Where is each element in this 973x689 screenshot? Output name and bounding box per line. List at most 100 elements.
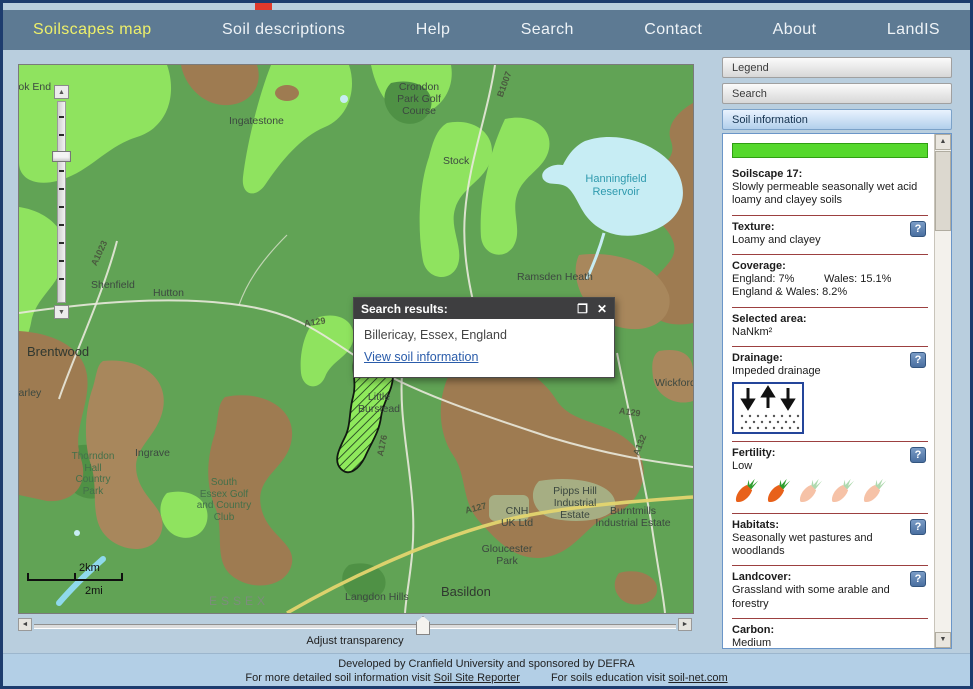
main-nav: Soilscapes map Soil descriptions Help Se…: [3, 10, 970, 50]
nav-contact[interactable]: Contact: [644, 21, 702, 39]
soil-site-reporter-link[interactable]: Soil Site Reporter: [434, 672, 520, 684]
habitats-value: Seasonally wet pastures and woodlands: [732, 531, 873, 557]
search-results-popup: Search results: ❐ ✕ Billericay, Essex, E…: [353, 297, 615, 378]
zoom-tick: [59, 188, 64, 190]
popup-body: Billericay, Essex, England View soil inf…: [354, 319, 614, 377]
soil-information-panel: Soilscape 17: Slowly permeable seasonall…: [722, 133, 952, 649]
nav-landis[interactable]: LandIS: [887, 21, 940, 39]
close-icon[interactable]: ✕: [597, 303, 607, 315]
section-divider: [732, 441, 928, 443]
selected-area-value: NaNkm²: [732, 325, 773, 338]
soil-net-link[interactable]: soil-net.com: [668, 672, 727, 684]
zoom-tick: [59, 242, 64, 244]
scroll-up-button[interactable]: ▲: [935, 134, 951, 150]
landcover-label: Landcover:: [732, 571, 792, 584]
zoom-tick: [59, 134, 64, 136]
fertility-section: ? Fertility: Low: [732, 445, 928, 509]
zoom-tick: [59, 116, 64, 118]
panel-header-soil-information[interactable]: Soil information: [722, 109, 952, 130]
section-divider: [732, 214, 928, 216]
zoom-slider: ▲ ▼: [51, 85, 75, 325]
drainage-section: ? Drainage: Impeded drainage: [732, 350, 928, 438]
section-divider: [732, 253, 928, 255]
carbon-section: Carbon: Medium: [732, 622, 928, 649]
nav-search[interactable]: Search: [521, 21, 574, 39]
landcover-help-button[interactable]: ?: [910, 571, 926, 588]
nav-about[interactable]: About: [773, 21, 817, 39]
zoom-track[interactable]: [57, 101, 66, 303]
nav-help[interactable]: Help: [416, 21, 451, 39]
texture-label: Texture:: [732, 220, 775, 233]
carrot-icon: [735, 478, 759, 502]
panel-header-search[interactable]: Search: [722, 83, 952, 104]
transparency-control: ◄ ► Adjust transparency: [18, 615, 692, 651]
footer-line2-pre: For more detailed soil information visit: [245, 672, 431, 684]
sidebar: Legend Search Soil information Soilscape…: [722, 57, 952, 649]
section-divider: [732, 565, 928, 567]
app-window: Soilscapes map Soil descriptions Help Se…: [0, 0, 973, 689]
transparency-track[interactable]: [34, 624, 676, 629]
fertility-help-button[interactable]: ?: [910, 447, 926, 464]
soilscape-section: Soilscape 17: Slowly permeable seasonall…: [732, 166, 928, 212]
texture-section: ? Texture: Loamy and clayey: [732, 219, 928, 251]
soil-information-body: Soilscape 17: Slowly permeable seasonall…: [723, 134, 934, 648]
zoom-tick: [59, 206, 64, 208]
maximize-icon[interactable]: ❐: [577, 303, 588, 315]
section-divider: [732, 617, 928, 619]
coverage-england: England: 7%: [732, 273, 795, 286]
scroll-down-button[interactable]: ▼: [935, 632, 951, 648]
app-footer: Developed by Cranfield University and sp…: [3, 653, 970, 686]
selected-area-label: Selected area:: [732, 312, 807, 325]
zoom-tick: [59, 260, 64, 262]
soilscape-color-swatch: [732, 143, 928, 158]
fertility-rating: [732, 478, 928, 506]
search-result-text: Billericay, Essex, England: [364, 328, 507, 342]
coverage-section: Coverage: England: 7% Wales: 15.1% Engla…: [732, 258, 928, 304]
zoom-tick: [59, 170, 64, 172]
habitats-section: ? Habitats: Seasonally wet pastures and …: [732, 517, 928, 563]
carbon-value: Medium: [732, 636, 772, 649]
transparency-thumb[interactable]: [416, 616, 430, 635]
habitats-help-button[interactable]: ?: [910, 518, 926, 535]
texture-value: Loamy and clayey: [732, 233, 821, 246]
soil-map[interactable]: Hook End Ingatestone Crondon Park Golf C…: [18, 64, 694, 614]
section-divider: [732, 512, 928, 514]
carrot-icon-faded: [799, 478, 823, 502]
footer-line1: Developed by Cranfield University and sp…: [338, 658, 635, 670]
coverage-wales: Wales: 15.1%: [824, 273, 892, 286]
zoom-tick: [59, 278, 64, 280]
transparency-left-button[interactable]: ◄: [18, 618, 32, 631]
popup-header[interactable]: Search results: ❐ ✕: [354, 298, 614, 319]
landcover-section: ? Landcover: Grassland with some arable …: [732, 569, 928, 615]
habitats-label: Habitats:: [732, 518, 780, 531]
drainage-value: Impeded drainage: [732, 365, 821, 378]
drainage-help-button[interactable]: ?: [910, 351, 926, 368]
zoom-thumb[interactable]: [52, 151, 71, 162]
coverage-both: England & Wales: 8.2%: [732, 286, 848, 299]
nav-soil-descriptions[interactable]: Soil descriptions: [222, 21, 345, 39]
selected-area-section: Selected area: NaNkm²: [732, 311, 928, 343]
texture-help-button[interactable]: ?: [910, 220, 926, 237]
panel-header-legend[interactable]: Legend: [722, 57, 952, 78]
carrot-icon-faded: [863, 478, 887, 502]
zoom-in-button[interactable]: ▲: [54, 85, 69, 99]
fertility-label: Fertility:: [732, 447, 776, 460]
view-soil-information-link[interactable]: View soil information: [364, 350, 478, 364]
transparency-right-button[interactable]: ►: [678, 618, 692, 631]
section-divider: [732, 345, 928, 347]
zoom-out-button[interactable]: ▼: [54, 305, 69, 319]
nav-soilscapes-map[interactable]: Soilscapes map: [33, 21, 152, 39]
soilscape-description: Slowly permeable seasonally wet acid loa…: [732, 181, 918, 207]
coverage-label: Coverage:: [732, 259, 786, 272]
landcover-value: Grassland with some arable and forestry: [732, 584, 890, 610]
footer-line2-mid: For soils education visit: [550, 672, 666, 684]
scroll-thumb[interactable]: [935, 151, 951, 231]
footer-line2: For more detailed soil information visit…: [3, 671, 970, 685]
carbon-label: Carbon:: [732, 623, 775, 636]
panel-scrollbar[interactable]: ▲ ▼: [934, 134, 951, 648]
drainage-icon: [732, 382, 804, 435]
popup-title: Search results:: [361, 301, 448, 316]
soilscape-label: Soilscape 17:: [732, 168, 803, 180]
carrot-icon-faded: [831, 478, 855, 502]
section-divider: [732, 306, 928, 308]
